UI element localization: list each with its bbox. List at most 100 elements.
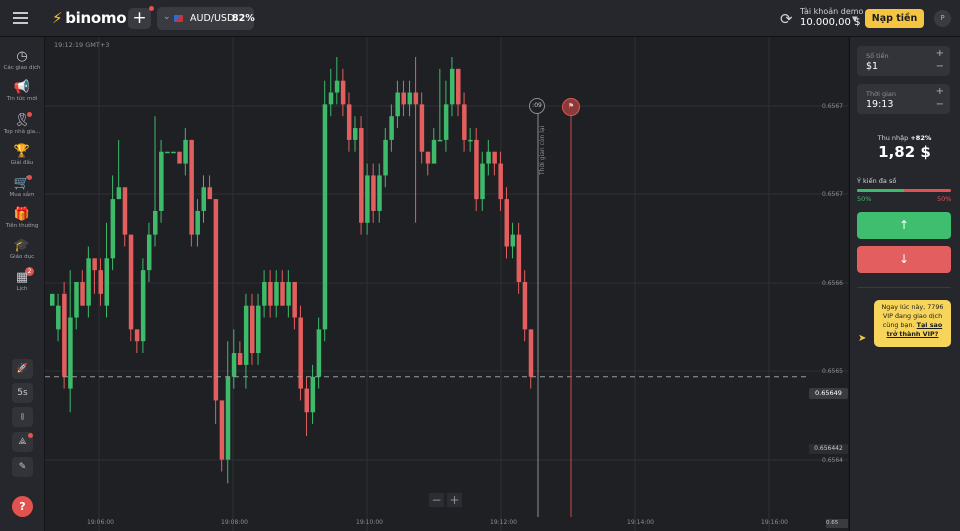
chart-type-button[interactable]: ⫾ [12, 407, 33, 427]
arrow-down-icon: ↓ [898, 252, 910, 266]
time-minus-button[interactable]: − [936, 99, 944, 110]
graduation-icon: 🎓 [13, 238, 31, 253]
candle-body [128, 234, 134, 330]
logo[interactable]: ⚡ binomo [52, 9, 127, 27]
candle-body [165, 151, 170, 154]
time-tick: 19:12:00 [490, 519, 517, 526]
sidebar-item-news[interactable]: 📢 Tin tức mới [0, 80, 44, 102]
flag-icon [174, 15, 183, 22]
compass-icon: ⟁ [18, 437, 27, 447]
sidebar-item-bonuses[interactable]: 🎁 Tiền thưởng [0, 207, 44, 229]
opinion-label: Ý kiến đa số [857, 177, 897, 185]
candle-body [528, 329, 534, 377]
candle-body [280, 282, 285, 306]
candle-body [219, 400, 225, 460]
rocket-tool-button[interactable]: 🚀 [12, 359, 33, 379]
candle-body [340, 80, 346, 105]
asset-pair: AUD/USD [190, 13, 235, 24]
candle-body [195, 210, 200, 235]
zoom-in-button[interactable]: + [447, 493, 462, 507]
caret-down-icon[interactable]: ▼ [852, 15, 857, 23]
help-button[interactable]: ? [12, 496, 33, 517]
candle-body [365, 175, 370, 223]
trophy-icon: 🏆 [13, 144, 31, 159]
vip-icon: ➤ [858, 333, 867, 344]
candle-body [474, 139, 479, 200]
candle-body [346, 104, 352, 140]
avatar[interactable]: P [934, 10, 951, 27]
finish-flag-icon: ⚑ [562, 98, 580, 116]
time-plus-button[interactable]: + [936, 86, 944, 97]
candle-body [310, 376, 316, 413]
price-tick: 0.65 [826, 519, 848, 528]
candle-body [116, 187, 122, 200]
chart-time-label: 19:12:19 GMT+3 [54, 41, 110, 49]
candle-body [504, 199, 509, 247]
sidebar-item-calendar[interactable]: ▦ Lịch [0, 270, 44, 292]
opinion-down-pct: 50% [937, 195, 952, 203]
amount-minus-button[interactable]: − [936, 61, 944, 72]
calendar-icon: ▦ [15, 270, 29, 285]
candle-body [304, 388, 310, 413]
chart-area[interactable] [45, 37, 848, 531]
time-field[interactable]: Thời gian 19:13 + − [857, 84, 950, 114]
candle-body [62, 293, 67, 377]
candle-body [401, 92, 406, 105]
refresh-icon[interactable]: ⟳ [780, 10, 793, 28]
amount-value[interactable]: $1 [866, 61, 878, 72]
amount-plus-button[interactable]: + [936, 48, 944, 59]
sidebar-item-top-traders[interactable]: 🎗 Top nhà gia... [0, 113, 44, 135]
time-tick: 19:08:00 [221, 519, 248, 526]
asset-tab[interactable]: ⌄ AUD/USD 82% [157, 7, 255, 30]
sidebar-item-tournaments[interactable]: 🏆 Giải đấu [0, 144, 44, 166]
drawing-tool-button[interactable]: ✎ [12, 457, 33, 477]
candle-body [413, 92, 419, 105]
divider [857, 287, 951, 288]
sidebar-item-education[interactable]: 🎓 Giáo dục [0, 238, 44, 260]
chevron-down-icon: ⌄ [163, 12, 171, 22]
sell-down-button[interactable]: ↓ [857, 246, 951, 273]
opinion-bar [857, 189, 951, 192]
time-tick: 19:06:00 [87, 519, 114, 526]
sidebar-item-shop[interactable]: 🛒 Mua sắm [0, 176, 44, 198]
candle-body [437, 139, 443, 142]
amount-field[interactable]: Số tiền $1 + − [857, 46, 950, 76]
bolt-icon: ⚡ [52, 9, 63, 27]
buy-up-button[interactable]: ↑ [857, 212, 951, 239]
ribbon-icon: 🎗 [13, 113, 31, 128]
candle-body [449, 68, 455, 105]
candle-body [249, 305, 255, 354]
add-asset-button[interactable]: + [128, 8, 151, 29]
candle-body [468, 139, 473, 142]
clock-icon: ◷ [16, 49, 28, 64]
candle-body [383, 139, 388, 176]
candle-body [456, 68, 461, 105]
time-value[interactable]: 19:13 [866, 99, 893, 110]
amount-label: Số tiền [866, 52, 889, 60]
candle-body [201, 187, 206, 211]
candlestick-chart[interactable] [45, 37, 848, 531]
opinion-up-pct: 50% [857, 195, 872, 203]
candle-body [213, 199, 219, 401]
candle-body [274, 282, 279, 306]
gift-icon: 🎁 [13, 207, 31, 222]
candle-body [486, 151, 491, 164]
candle-body [98, 270, 103, 294]
candle-body [80, 282, 85, 306]
candle-body [425, 151, 431, 164]
time-tick: 19:16:00 [761, 519, 788, 526]
timeframe-button[interactable]: 5s [12, 383, 33, 403]
price-tick: 0.6566 [822, 280, 843, 287]
hamburger-menu-icon[interactable] [13, 12, 28, 24]
candle-body [256, 305, 261, 354]
sidebar-item-trades[interactable]: ◷ Các giao dịch [0, 49, 44, 71]
time-tick: 19:14:00 [627, 519, 654, 526]
deposit-button[interactable]: Nạp tiền [865, 9, 924, 28]
candle-body [510, 234, 516, 247]
candle-body [159, 151, 164, 211]
price-tick: 0.6567 [822, 103, 843, 110]
zoom-out-button[interactable]: − [429, 493, 444, 507]
candle-body [395, 92, 400, 117]
time-label: Thời gian [866, 90, 896, 98]
pencil-icon: ✎ [18, 462, 27, 472]
